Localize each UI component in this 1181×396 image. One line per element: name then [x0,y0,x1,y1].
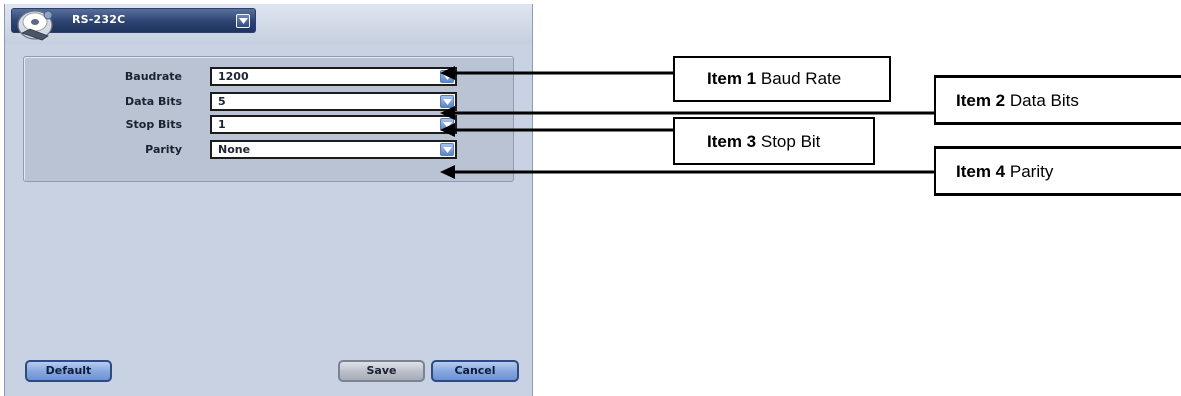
callout-item-1: Item 1 Baud Rate [673,56,891,102]
callout-item-3: Item 3 Stop Bit [673,117,875,165]
callout-arrows [440,66,1181,196]
callout-item-2-desc: Data Bits [1009,91,1079,110]
callout-item-3-desc: Stop Bit [760,132,821,151]
callout-item-2-label: Item 2 [956,91,1006,110]
callout-item-4-label: Item 4 [956,162,1006,181]
callout-item-4: Item 4 Parity [934,147,1181,195]
callout-item-1-label: Item 1 [707,69,757,88]
callout-item-2: Item 2 Data Bits [934,76,1181,124]
callout-item-3-label: Item 3 [707,132,757,151]
callout-item-1-desc: Baud Rate [760,69,842,88]
callout-item-4-desc: Parity [1009,162,1054,181]
